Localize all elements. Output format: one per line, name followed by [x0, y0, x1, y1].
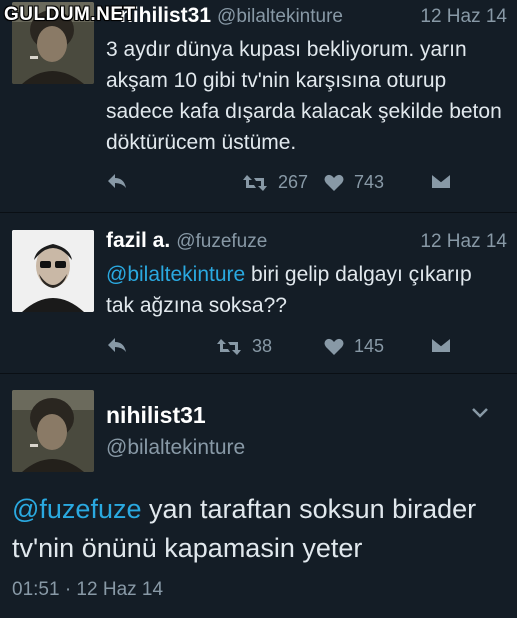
- mention-link[interactable]: @fuzefuze: [12, 494, 141, 524]
- mention-link[interactable]: @bilaltekinture: [106, 263, 245, 286]
- like-count: 743: [354, 172, 385, 192]
- tweet-actions: 267 743: [106, 172, 466, 194]
- username[interactable]: @fuzefuze: [176, 231, 267, 252]
- tweet-header: fazil a. @fuzefuze: [106, 229, 267, 253]
- retweet-count: 267: [278, 172, 309, 192]
- tweet-text: 3 aydır dünya kupası bekliyorum. yarın a…: [106, 38, 502, 154]
- display-name[interactable]: nihilist31: [106, 402, 206, 429]
- like-button[interactable]: 743: [324, 172, 384, 193]
- reply-button[interactable]: [106, 336, 128, 354]
- retweet-button[interactable]: 267: [242, 172, 308, 193]
- like-button[interactable]: 145: [324, 336, 384, 357]
- retweet-icon: [217, 338, 241, 355]
- more-options-button[interactable]: [471, 406, 489, 424]
- tweet-text: @bilaltekinture biri gelip dalgayı çıkar…: [106, 259, 505, 321]
- chevron-down-icon: [472, 408, 488, 418]
- reply-icon: [108, 338, 126, 352]
- username[interactable]: @bilaltekinture: [106, 436, 245, 460]
- heart-icon: [324, 174, 344, 191]
- username[interactable]: @bilaltekinture: [217, 6, 343, 27]
- tweet-2[interactable]: fazil a. @fuzefuze 12 Haz 14 @bilaltekint…: [0, 213, 517, 374]
- retweet-button[interactable]: 38: [216, 336, 272, 357]
- site-watermark: GULDUM.NET: [4, 4, 136, 25]
- avatar[interactable]: [12, 390, 94, 472]
- main-tweet[interactable]: nihilist31 @bilaltekinture @fuzefuze yan…: [0, 374, 517, 618]
- direct-message-button[interactable]: [430, 336, 452, 354]
- reply-icon: [108, 174, 126, 188]
- retweet-count: 38: [252, 336, 273, 356]
- like-count: 145: [354, 336, 385, 356]
- retweet-icon: [243, 174, 267, 191]
- reply-button[interactable]: [106, 172, 128, 190]
- direct-message-icon: [430, 172, 452, 190]
- heart-icon: [324, 338, 344, 355]
- tweet-timestamp[interactable]: 01:51 · 12 Haz 14: [12, 579, 163, 601]
- tweet-1[interactable]: nihilist31 @bilaltekinture 12 Haz 14 3 ay…: [0, 0, 517, 213]
- direct-message-button[interactable]: [430, 172, 452, 190]
- tweet-date[interactable]: 12 Haz 14: [420, 6, 507, 28]
- avatar[interactable]: [12, 230, 94, 312]
- tweet-header: nihilist31 @bilaltekinture: [120, 4, 343, 28]
- tweet-actions: 38 145: [106, 336, 466, 358]
- direct-message-icon: [430, 336, 452, 354]
- display-name[interactable]: fazil a.: [106, 229, 170, 252]
- tweet-date[interactable]: 12 Haz 14: [420, 231, 507, 253]
- tweet-text: @fuzefuze yan taraftan soksun birader tv…: [12, 490, 505, 568]
